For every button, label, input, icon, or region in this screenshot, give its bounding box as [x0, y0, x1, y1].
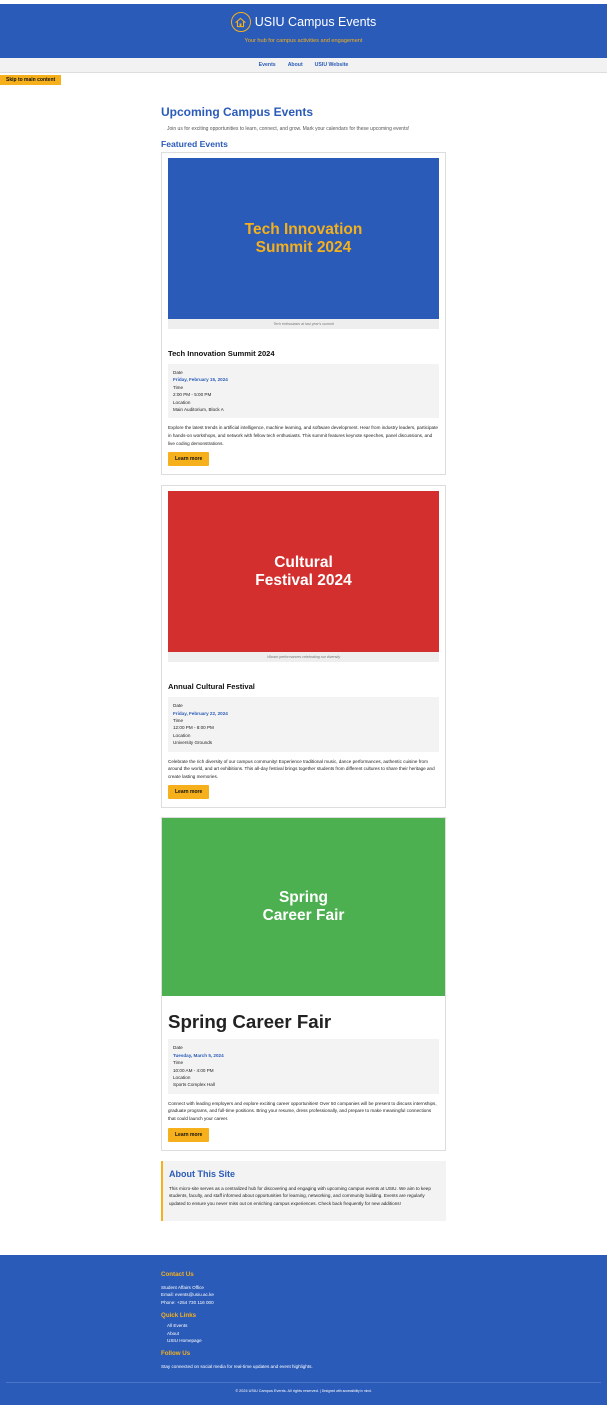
- event-details: Date Tuesday, March 5, 2024 Time 10:00 A…: [168, 1039, 439, 1094]
- follow-heading: Follow Us: [161, 1350, 191, 1358]
- date-label: Date: [173, 703, 183, 709]
- event-image: Tech Innovation Summit 2024 Tech enthusia…: [168, 158, 439, 329]
- event-title: Tech Innovation Summit 2024: [168, 349, 275, 358]
- about-text: This micro-site serves as a centralized …: [169, 1185, 431, 1206]
- brand[interactable]: USIU Campus Events: [0, 4, 607, 32]
- contact-heading: Contact Us: [161, 1271, 194, 1278]
- contact-phone: Phone: +254 730 116 000: [161, 1299, 214, 1305]
- image-caption: Vibrant performances celebrating our div…: [266, 655, 341, 660]
- image-caption: Tech enthusiasts at last year's summit: [273, 322, 334, 326]
- banner-line: Summit 2024: [255, 238, 352, 256]
- event-date: Tuesday, March 5, 2024: [173, 1052, 224, 1058]
- site-footer: Contact Us Student Affairs Office Email:…: [0, 1255, 607, 1405]
- location-label: Location: [173, 399, 191, 405]
- event-image: Cultural Festival 2024 Vibrant performanc…: [168, 491, 439, 663]
- house-icon: [230, 12, 251, 32]
- event-location: University Grounds: [173, 740, 213, 746]
- nav-link-about[interactable]: About: [288, 62, 303, 68]
- event-card: Spring Career Fair Spring Career Fair Dat…: [161, 817, 446, 1151]
- date-label: Date: [173, 370, 183, 375]
- time-label: Time: [173, 1060, 184, 1066]
- page-title: Upcoming Campus Events: [161, 105, 314, 119]
- event-card: Tech Innovation Summit 2024 Tech enthusia…: [161, 152, 446, 476]
- footer-link-usiu-homepage[interactable]: USIU Homepage: [167, 1337, 446, 1344]
- banner-line: Cultural: [274, 553, 333, 571]
- date-label: Date: [173, 1045, 183, 1051]
- banner-line: Career Fair: [262, 907, 345, 925]
- copyright-text: © 2024 USIU Campus Events. All rights re…: [235, 1389, 319, 1393]
- banner-line: Spring: [278, 889, 329, 907]
- site-tagline: Your hub for campus activities and engag…: [244, 38, 363, 44]
- location-label: Location: [173, 732, 191, 738]
- site-header: USIU Campus Events Your hub for campus a…: [0, 4, 607, 58]
- main-nav: Events About USIU Website: [0, 58, 607, 73]
- copyright-bar: © 2024 USIU Campus Events. All rights re…: [6, 1382, 601, 1393]
- time-label: Time: [173, 384, 184, 390]
- location-label: Location: [173, 1075, 191, 1081]
- event-banner: Tech Innovation Summit 2024: [168, 158, 439, 319]
- event-description: Connect with leading employers and explo…: [168, 1100, 437, 1122]
- designed-note: | Designed with accessibility in mind.: [320, 1389, 372, 1393]
- event-details: Date Friday, February 15, 2024 Time 2:00…: [168, 364, 439, 419]
- skip-to-content-link[interactable]: Skip to main content: [0, 75, 62, 85]
- site-title: USIU Campus Events: [254, 15, 377, 29]
- nav-link-usiu-website[interactable]: USIU Website: [315, 62, 349, 68]
- event-card: Cultural Festival 2024 Vibrant performanc…: [161, 485, 446, 809]
- event-time: 2:00 PM - 5:00 PM: [173, 392, 212, 398]
- intro-text: Join us for exciting opportunities to le…: [167, 126, 410, 132]
- contact-office: Student Affairs Office: [161, 1285, 204, 1290]
- event-date: Friday, February 15, 2024: [173, 377, 228, 383]
- event-location: Sports Complex Hall: [173, 1082, 215, 1088]
- event-details: Date Friday, February 22, 2024 Time 12:0…: [168, 697, 439, 752]
- nav-link-events[interactable]: Events: [259, 62, 276, 68]
- event-description: Explore the latest trends in artificial …: [168, 425, 438, 446]
- banner-line: Tech Innovation: [244, 220, 363, 238]
- featured-heading: Featured Events: [161, 139, 228, 149]
- time-label: Time: [173, 718, 184, 724]
- about-heading: About This Site: [169, 1168, 235, 1179]
- footer-link-all-events[interactable]: All Events: [167, 1322, 446, 1329]
- banner-line: Festival 2024: [255, 571, 352, 589]
- event-banner: Spring Career Fair: [162, 818, 445, 997]
- learn-more-button[interactable]: Learn more: [168, 1127, 210, 1142]
- event-description: Celebrate the rich diversity of our camp…: [168, 758, 435, 779]
- event-time: 10:00 AM - 4:00 PM: [173, 1067, 214, 1073]
- learn-more-button[interactable]: Learn more: [168, 785, 210, 800]
- main-content: Upcoming Campus Events Join us for excit…: [161, 73, 446, 1222]
- follow-text: Stay connected on social media for real-…: [161, 1364, 313, 1370]
- event-banner: Cultural Festival 2024: [168, 491, 439, 653]
- event-title: Spring Career Fair: [168, 1011, 332, 1033]
- event-time: 12:00 PM - 8:00 PM: [173, 725, 214, 731]
- event-location: Main Auditorium, Block A: [173, 407, 224, 413]
- event-date: Friday, February 22, 2024: [173, 710, 228, 716]
- quick-links-heading: Quick Links: [161, 1312, 197, 1320]
- learn-more-button[interactable]: Learn more: [168, 452, 210, 467]
- event-title: Annual Cultural Festival: [168, 682, 255, 692]
- about-section: About This Site This micro-site serves a…: [161, 1160, 446, 1222]
- footer-link-about[interactable]: About: [167, 1330, 446, 1337]
- contact-email: Email: events@usiu.ac.ke: [161, 1292, 214, 1298]
